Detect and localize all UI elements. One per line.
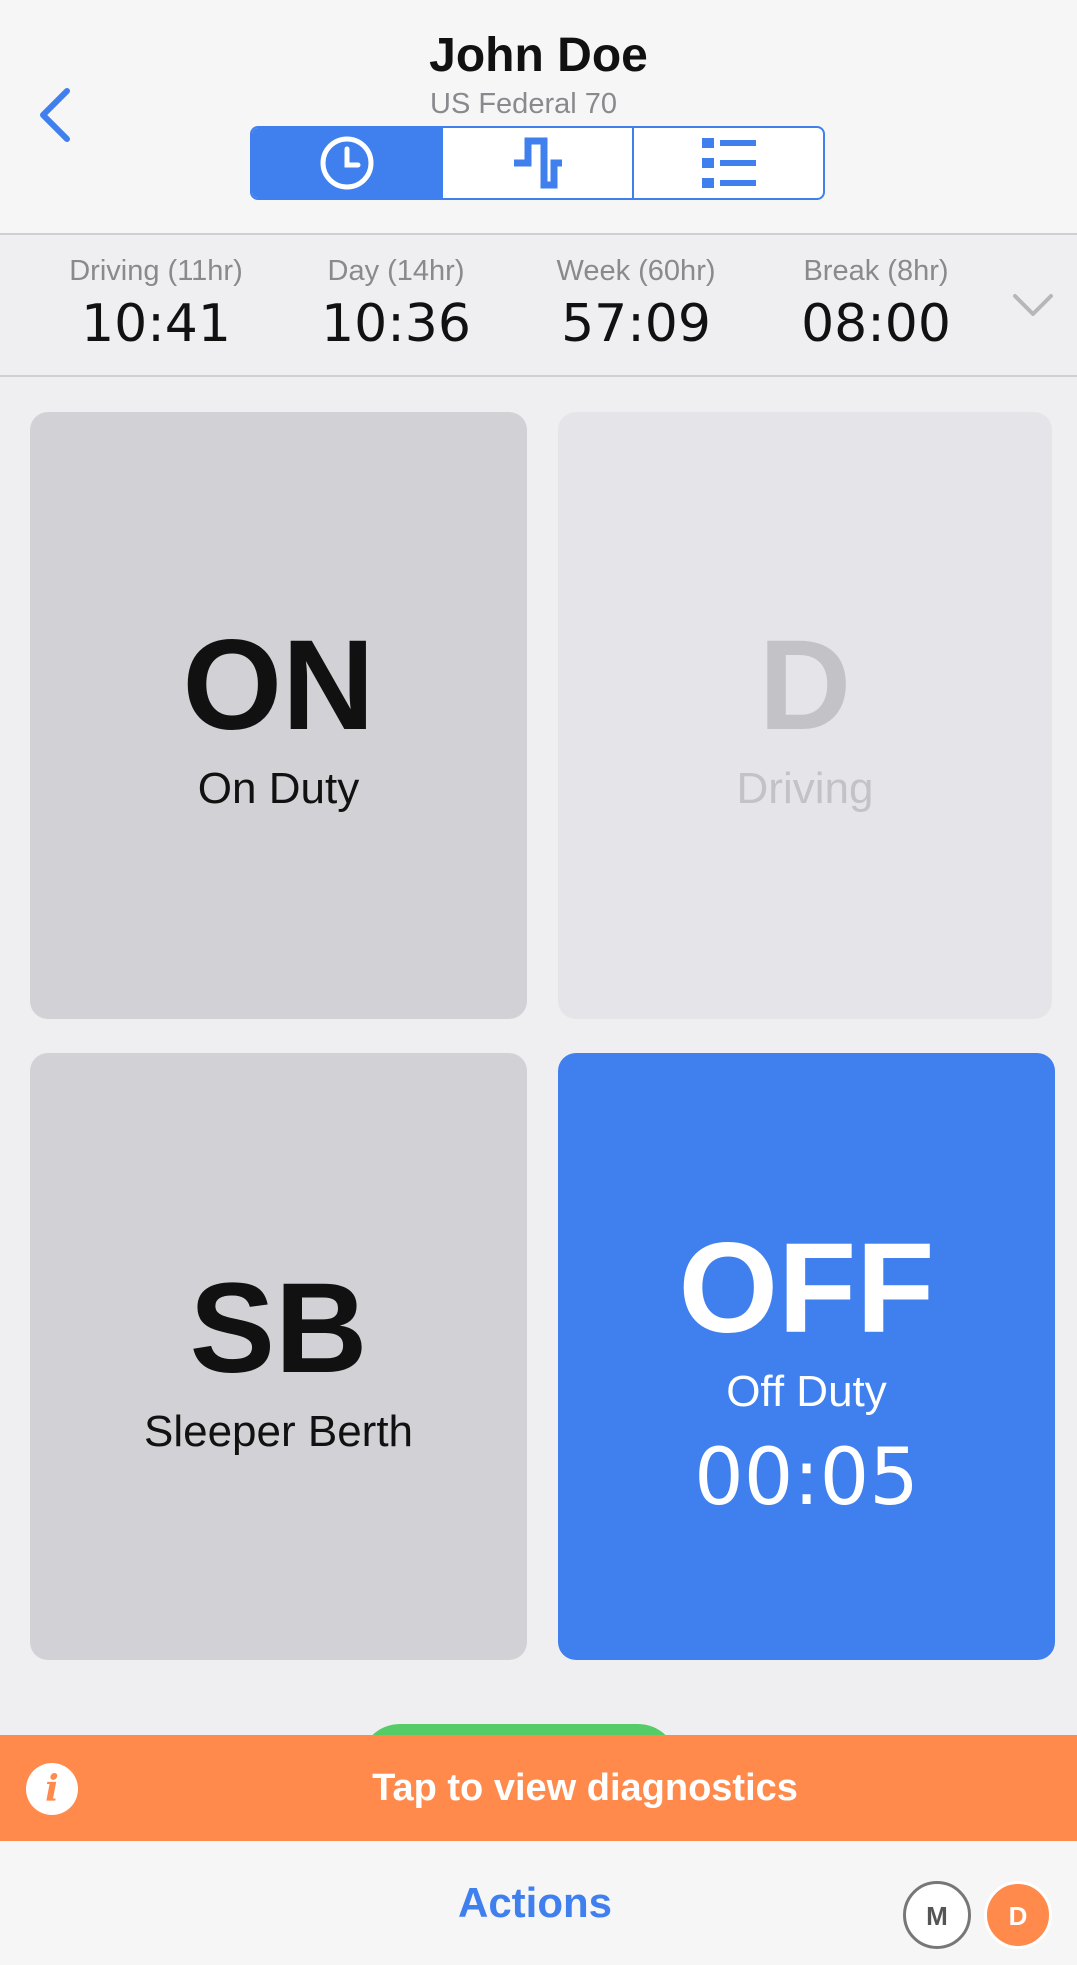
chevron-down-icon[interactable] bbox=[1010, 290, 1056, 322]
timer-break: Break (8hr) 08:00 bbox=[756, 255, 996, 354]
timer-value: 57:09 bbox=[561, 294, 711, 354]
log-graph-icon bbox=[513, 137, 562, 189]
status-sleeper-berth-button[interactable]: SB Sleeper Berth bbox=[30, 1053, 527, 1660]
banner-message: Tap to view diagnostics bbox=[372, 1767, 798, 1809]
status-name: Off Duty bbox=[726, 1367, 887, 1416]
timer-label: Week (60hr) bbox=[556, 255, 716, 287]
status-code: OFF bbox=[678, 1217, 935, 1360]
status-on-duty-button[interactable]: ON On Duty bbox=[30, 412, 527, 1019]
status-name: Sleeper Berth bbox=[143, 1407, 414, 1456]
tab-clock[interactable] bbox=[252, 128, 443, 198]
diagnostics-banner[interactable]: i Tap to view diagnostics bbox=[0, 1735, 1077, 1841]
tab-list[interactable] bbox=[634, 128, 823, 198]
timer-label: Day (14hr) bbox=[327, 255, 465, 287]
status-code: D bbox=[758, 614, 852, 757]
list-icon bbox=[701, 138, 756, 188]
timer-day: Day (14hr) 10:36 bbox=[276, 255, 516, 354]
timer-label: Driving (11hr) bbox=[69, 255, 243, 287]
status-elapsed-timer: 00:05 bbox=[694, 1433, 919, 1523]
driver-name: John Doe bbox=[429, 29, 648, 82]
status-code: SB bbox=[189, 1257, 368, 1400]
status-name: On Duty bbox=[197, 764, 360, 813]
status-driving-button: D Driving bbox=[558, 412, 1052, 1019]
status-code: ON bbox=[182, 614, 375, 757]
timer-value: 10:41 bbox=[81, 294, 231, 354]
tab-log-graph[interactable] bbox=[443, 128, 634, 198]
timer-label: Break (8hr) bbox=[803, 255, 949, 287]
app-header: John Doe US Federal 70 bbox=[0, 0, 1077, 235]
clock-icon bbox=[320, 136, 373, 190]
view-segmented-control bbox=[250, 126, 825, 200]
malfunction-badge[interactable]: M bbox=[903, 1881, 971, 1949]
timer-value: 08:00 bbox=[801, 294, 951, 354]
timer-driving: Driving (11hr) 10:41 bbox=[36, 255, 276, 354]
hos-timers-bar[interactable]: Driving (11hr) 10:41 Day (14hr) 10:36 We… bbox=[0, 235, 1077, 377]
status-name: Driving bbox=[736, 764, 874, 813]
footer-bar: Actions M D bbox=[0, 1841, 1077, 1965]
timer-week: Week (60hr) 57:09 bbox=[516, 255, 756, 354]
ruleset-label: US Federal 70 bbox=[430, 88, 617, 120]
diagnostic-badge[interactable]: D bbox=[984, 1881, 1052, 1949]
timer-value: 10:36 bbox=[321, 294, 471, 354]
status-off-duty-button[interactable]: OFF Off Duty 00:05 bbox=[558, 1053, 1055, 1660]
